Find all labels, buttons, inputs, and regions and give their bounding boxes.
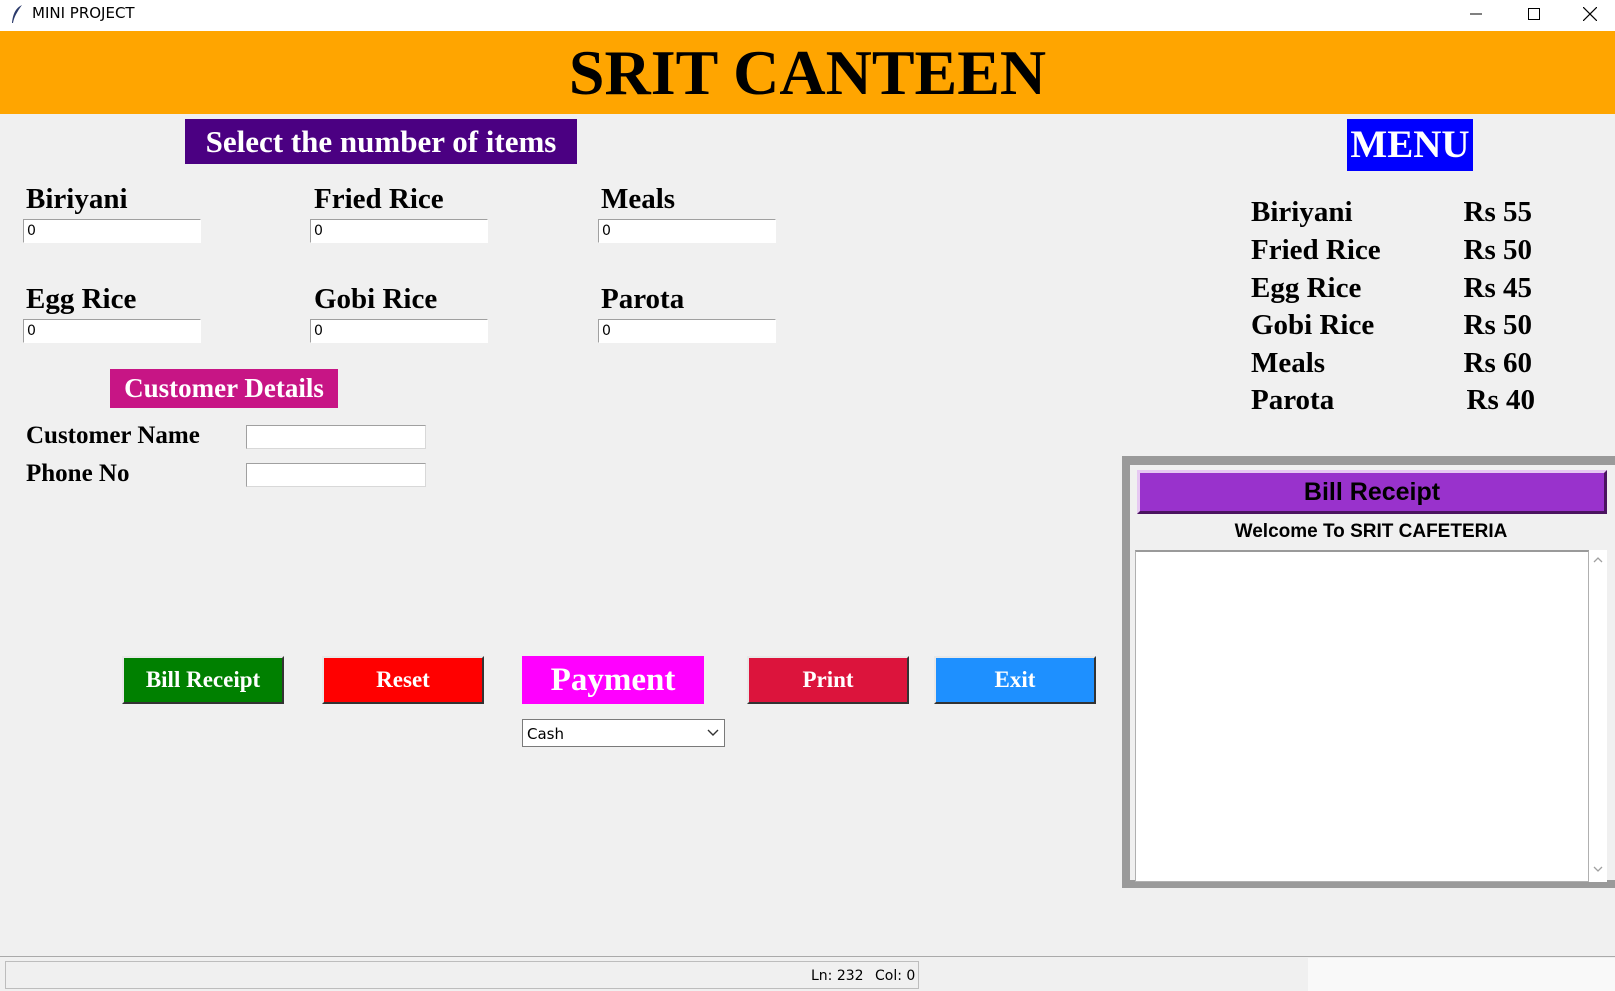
page-title: SRIT CANTEEN (568, 37, 1047, 108)
exit-button[interactable]: Exit (934, 656, 1096, 704)
close-icon (1583, 7, 1597, 21)
item-label-egg-rice: Egg Rice (26, 283, 137, 315)
fried-rice-quantity-input[interactable]: 0 (310, 219, 488, 243)
maximize-icon (1528, 8, 1540, 20)
status-bar-right (1308, 958, 1615, 991)
biriyani-quantity-input[interactable]: 0 (23, 219, 201, 243)
meals-quantity-input[interactable]: 0 (598, 219, 776, 243)
menu-item-biriyani: Biriyani (1251, 196, 1353, 228)
egg-rice-quantity-input[interactable]: 0 (23, 319, 201, 343)
menu-price-fried-rice: Rs 50 (1463, 234, 1532, 266)
select-items-heading: Select the number of items (185, 119, 577, 164)
item-label-gobi-rice: Gobi Rice (314, 283, 438, 315)
title-bar (0, 0, 1615, 31)
menu-price-parota: Rs 40 (1466, 384, 1535, 416)
menu-price-egg-rice: Rs 45 (1463, 272, 1532, 304)
receipt-scrollbar[interactable] (1589, 550, 1607, 882)
customer-details-heading: Customer Details (110, 369, 338, 408)
menu-item-egg-rice: Egg Rice (1251, 272, 1362, 304)
feather-icon (12, 5, 22, 23)
menu-heading: MENU (1347, 119, 1473, 171)
phone-no-label: Phone No (26, 460, 130, 487)
item-label-parota: Parota (601, 283, 685, 315)
maximize-button[interactable] (1506, 0, 1562, 28)
scroll-down-icon[interactable] (1593, 866, 1603, 873)
bill-receipt-button[interactable]: Bill Receipt (122, 656, 284, 704)
reset-button[interactable]: Reset (322, 656, 484, 704)
item-label-biriyani: Biriyani (26, 183, 128, 215)
menu-price-meals: Rs 60 (1463, 347, 1532, 379)
status-bar: Ln: 232 Col: 0 (5, 961, 919, 989)
menu-price-biriyani: Rs 55 (1463, 196, 1532, 228)
gobi-rice-quantity-input[interactable]: 0 (310, 319, 488, 343)
minimize-button[interactable] (1448, 0, 1504, 28)
status-line: Ln: 232 (811, 968, 864, 984)
menu-item-meals: Meals (1251, 347, 1326, 379)
receipt-textarea[interactable] (1135, 550, 1589, 882)
parota-quantity-input[interactable]: 0 (598, 319, 776, 343)
menu-item-fried-rice: Fried Rice (1251, 234, 1381, 266)
payment-method-select[interactable]: Cash (522, 719, 725, 747)
phone-no-input[interactable] (246, 463, 426, 487)
print-button[interactable]: Print (747, 656, 909, 704)
status-col: Col: 0 (875, 968, 916, 984)
minimize-icon (1470, 13, 1482, 15)
menu-item-parota: Parota (1251, 384, 1335, 416)
payment-label: Payment (522, 656, 704, 704)
close-button[interactable] (1562, 0, 1615, 28)
item-label-fried-rice: Fried Rice (314, 183, 444, 215)
item-label-meals: Meals (601, 183, 676, 215)
customer-name-label: Customer Name (26, 422, 200, 449)
menu-price-gobi-rice: Rs 50 (1463, 309, 1532, 341)
window-title: MINI PROJECT (32, 4, 135, 22)
menu-item-gobi-rice: Gobi Rice (1251, 309, 1375, 341)
customer-name-input[interactable] (246, 425, 426, 449)
status-divider (0, 956, 1615, 957)
chevron-down-icon (707, 729, 719, 736)
receipt-title: Bill Receipt (1137, 470, 1607, 514)
receipt-welcome: Welcome To SRIT CAFETERIA (1234, 521, 1508, 542)
payment-method-value: Cash (527, 725, 564, 743)
scroll-up-icon[interactable] (1593, 556, 1603, 563)
